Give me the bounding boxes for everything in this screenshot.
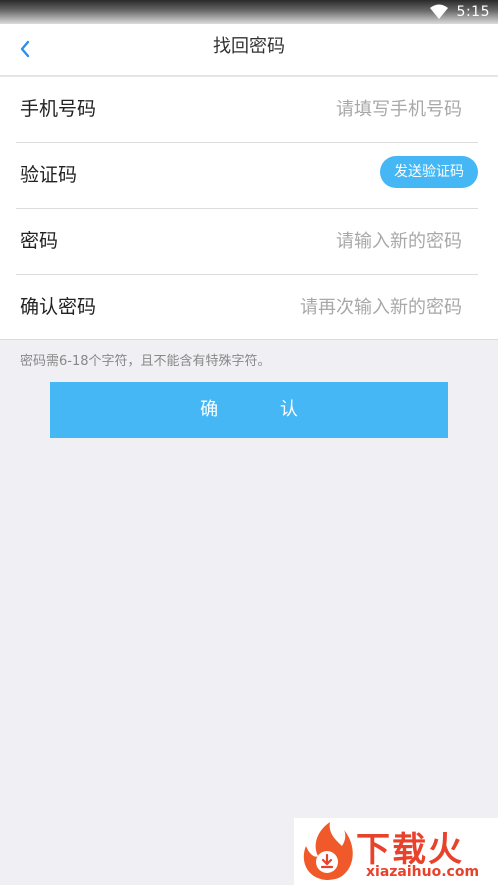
password-label: 密码 [20, 230, 59, 252]
password-row: 密码 [16, 209, 478, 275]
page-title: 找回密码 [213, 36, 285, 57]
status-time: 5:15 [456, 4, 490, 20]
reset-password-form: 手机号码 验证码 发送验证码 密码 确认密码 [0, 77, 498, 340]
status-bar: 5:15 [0, 0, 498, 24]
code-label: 验证码 [20, 164, 78, 186]
code-row: 验证码 发送验证码 [16, 143, 478, 209]
phone-input[interactable] [162, 89, 462, 129]
wifi-icon [429, 4, 448, 19]
password-input[interactable] [162, 221, 462, 261]
watermark: 下载火 xiazaihuo.com [294, 818, 498, 885]
confirm-password-label: 确认密码 [20, 296, 97, 318]
confirm-password-row: 确认密码 [16, 275, 478, 341]
password-hint: 密码需6-18个字符，且不能含有特殊字符。 [20, 354, 271, 369]
confirm-button[interactable]: 确 认 [50, 382, 448, 438]
nav-bar: 找回密码 [0, 24, 498, 76]
phone-row: 手机号码 [16, 77, 478, 143]
flame-logo-icon [303, 822, 353, 880]
watermark-domain: xiazaihuo.com [366, 864, 480, 880]
send-code-button[interactable]: 发送验证码 [380, 156, 478, 188]
phone-label: 手机号码 [20, 98, 97, 120]
confirm-password-input[interactable] [162, 287, 462, 327]
